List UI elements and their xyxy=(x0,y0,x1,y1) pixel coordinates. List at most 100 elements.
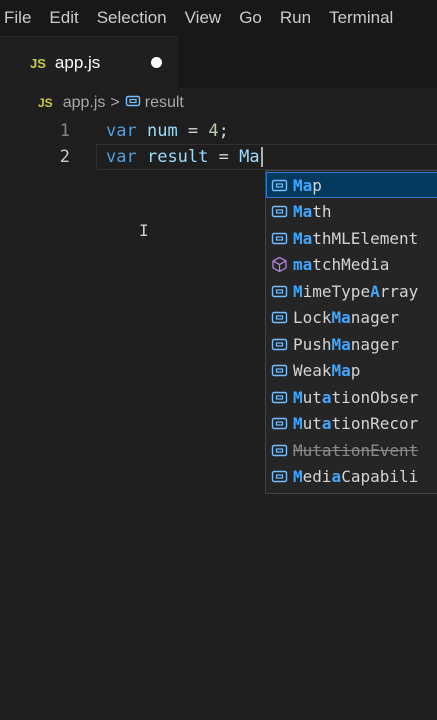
suggestion-label: MediaCapabili xyxy=(293,467,418,486)
line-number: 2 xyxy=(59,147,70,167)
code-token: num xyxy=(146,121,178,141)
match-highlight: M xyxy=(293,387,303,407)
match-highlight: ma xyxy=(293,255,313,274)
code-text: var num = 4; xyxy=(106,118,229,144)
suggestion-item[interactable]: WeakMap xyxy=(266,358,437,384)
menu-view[interactable]: View xyxy=(176,8,231,28)
menu-terminal[interactable]: Terminal xyxy=(320,8,402,28)
menu-run[interactable]: Run xyxy=(271,8,320,28)
suggestion-item[interactable]: MutationRecor xyxy=(266,411,437,437)
variable-icon xyxy=(270,336,288,352)
breadcrumb: JS app.js > result xyxy=(0,88,437,118)
match-highlight: a xyxy=(331,467,342,486)
label-text: Lock xyxy=(293,308,332,327)
suggestion-item[interactable]: PushManager xyxy=(266,331,437,357)
method-icon xyxy=(270,256,288,273)
suggestion-label: Math xyxy=(293,202,332,221)
match-highlight: Ma xyxy=(331,334,351,354)
suggestion-label: WeakMap xyxy=(293,361,360,380)
suggestion-item[interactable]: LockManager xyxy=(266,305,437,331)
label-text: rray xyxy=(379,281,419,301)
suggestion-label: MutationEvent xyxy=(293,441,418,460)
label-text: nager xyxy=(350,334,399,354)
suggestion-item[interactable]: matchMedia xyxy=(266,252,437,278)
text-caret xyxy=(260,147,263,167)
suggestion-item[interactable]: Math xyxy=(266,199,437,225)
match-highlight: Ma xyxy=(331,361,351,380)
label-text: tionObser xyxy=(331,387,419,407)
code-token: = xyxy=(208,147,240,167)
variable-icon xyxy=(270,363,288,379)
variable-icon xyxy=(270,469,288,485)
code-token: var xyxy=(106,121,137,141)
match-highlight: a xyxy=(321,440,332,460)
suggestion-widget[interactable]: Map Math MathMLElement matchMedia MimeTypeAr… xyxy=(265,170,437,494)
code-token: result xyxy=(146,147,209,167)
label-text: Weak xyxy=(293,361,332,380)
suggestion-label: matchMedia xyxy=(293,255,389,274)
code-token: Ma xyxy=(239,147,260,167)
label-text: thMLElement xyxy=(312,228,419,248)
match-highlight: a xyxy=(321,414,332,433)
menu-selection[interactable]: Selection xyxy=(88,8,176,28)
suggestion-label: MathMLElement xyxy=(293,229,418,248)
label-text: ut xyxy=(302,440,322,460)
match-highlight: A xyxy=(370,281,380,301)
unsaved-changes-dot-icon[interactable] xyxy=(151,57,162,68)
line-number: 1 xyxy=(59,121,70,141)
text-cursor-icon: I xyxy=(139,221,149,240)
match-highlight: M xyxy=(293,467,303,486)
javascript-file-icon: JS xyxy=(38,96,53,110)
code-line[interactable]: 1 var num = 4; xyxy=(0,118,437,144)
label-text: p xyxy=(350,361,361,380)
variable-icon xyxy=(270,177,288,193)
label-text: ut xyxy=(302,387,322,407)
match-highlight: a xyxy=(321,387,332,407)
suggestion-label: PushManager xyxy=(293,335,399,354)
tab-strip: JS app.js xyxy=(0,36,437,89)
code-token: 4 xyxy=(208,121,219,141)
suggestion-item[interactable]: MimeTypeArray xyxy=(266,278,437,304)
match-highlight: M xyxy=(293,414,303,433)
match-highlight: Ma xyxy=(331,308,351,327)
label-text: nager xyxy=(350,308,399,327)
match-highlight: M xyxy=(293,281,303,301)
match-highlight: Ma xyxy=(293,175,313,195)
menu-edit[interactable]: Edit xyxy=(40,8,87,28)
tab-app-js[interactable]: JS app.js xyxy=(0,36,178,89)
chevron-right-icon: > xyxy=(110,94,120,111)
suggestion-label: Map xyxy=(293,176,322,195)
label-text: tionEvent xyxy=(331,440,419,460)
label-text: imeType xyxy=(302,281,371,301)
label-text: tionRecor xyxy=(331,414,419,433)
menu-go[interactable]: Go xyxy=(230,8,271,28)
label-text: edi xyxy=(302,467,332,486)
menu-bar: File Edit Selection View Go Run Terminal xyxy=(0,0,437,36)
code-token: = xyxy=(177,121,209,141)
suggestion-item[interactable]: Map xyxy=(266,172,437,198)
variable-icon xyxy=(125,94,141,113)
code-line[interactable]: 2 var result = Ma xyxy=(0,144,437,170)
suggestion-item[interactable]: MutationEvent xyxy=(266,437,437,463)
menu-file[interactable]: File xyxy=(0,8,40,28)
suggestion-label: MutationObser xyxy=(293,388,418,407)
tab-title: app.js xyxy=(54,53,101,72)
variable-icon xyxy=(270,416,288,432)
variable-icon xyxy=(270,442,288,458)
breadcrumb-symbol[interactable]: result xyxy=(145,94,184,112)
suggestion-item[interactable]: MediaCapabili xyxy=(266,464,437,490)
suggestion-item[interactable]: MathMLElement xyxy=(266,225,437,251)
label-text: tchMedia xyxy=(312,255,390,274)
breadcrumb-file[interactable]: app.js xyxy=(63,94,106,112)
variable-icon xyxy=(270,230,288,246)
label-text: th xyxy=(312,202,332,221)
label-text: p xyxy=(312,175,322,195)
variable-icon xyxy=(270,310,288,326)
match-highlight: Ma xyxy=(293,202,313,221)
code-token: var xyxy=(106,147,137,167)
suggestion-label: MimeTypeArray xyxy=(293,282,418,301)
variable-icon xyxy=(270,389,288,405)
suggestion-item[interactable]: MutationObser xyxy=(266,384,437,410)
label-text: Capabili xyxy=(341,467,419,486)
